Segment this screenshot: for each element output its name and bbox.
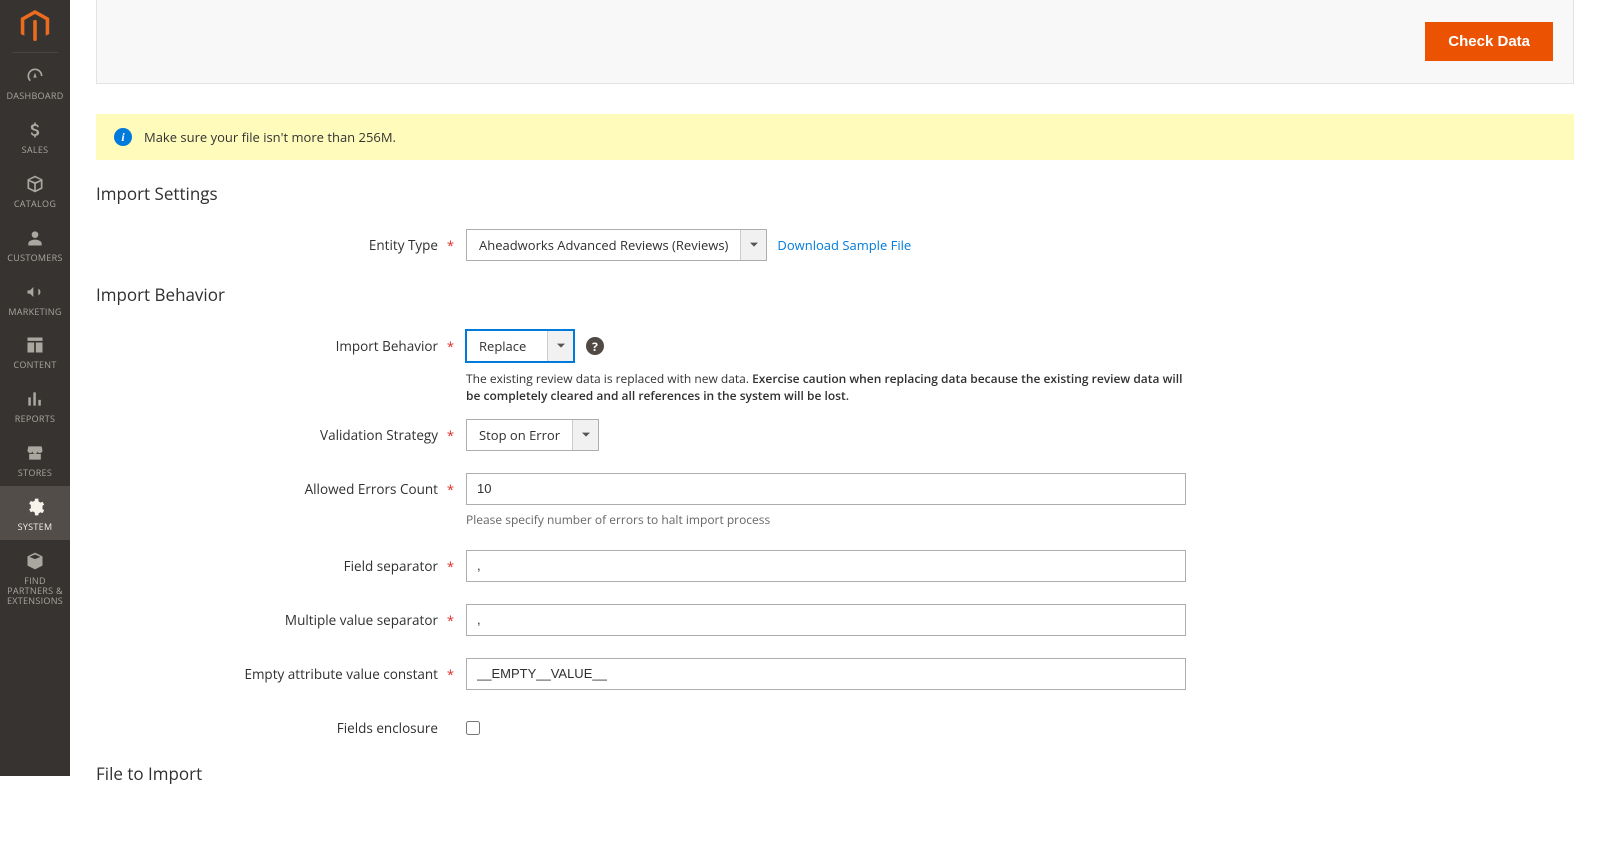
nav-label: REPORTS	[15, 414, 56, 424]
info-message-text: Make sure your file isn't more than 256M…	[144, 128, 396, 146]
sidebar-item-system[interactable]: SYSTEM	[0, 486, 70, 540]
fields-enclosure-checkbox[interactable]	[466, 721, 480, 735]
validation-strategy-value: Stop on Error	[467, 420, 572, 450]
sidebar-item-stores[interactable]: STORES	[0, 432, 70, 486]
allowed-errors-hint: Please specify number of errors to halt …	[466, 511, 1206, 528]
nav-label: CUSTOMERS	[7, 253, 62, 263]
store-icon	[24, 442, 46, 464]
puzzle-icon	[24, 550, 46, 572]
nav-label: DASHBOARD	[6, 91, 63, 101]
note-normal: The existing review data is replaced wit…	[466, 370, 752, 387]
nav-label: FIND PARTNERS & EXTENSIONS	[2, 576, 68, 606]
megaphone-icon	[24, 281, 46, 303]
section-import-behavior: Import Behavior	[96, 283, 1574, 306]
sidebar-item-marketing[interactable]: MARKETING	[0, 271, 70, 325]
label-validation-strategy: Validation Strategy	[96, 419, 466, 444]
nav-label: MARKETING	[8, 307, 61, 317]
box-icon	[24, 173, 46, 195]
label-import-behavior: Import Behavior	[96, 330, 466, 355]
entity-type-value: Aheadworks Advanced Reviews (Reviews)	[467, 230, 740, 260]
sidebar-item-customers[interactable]: CUSTOMERS	[0, 217, 70, 271]
sidebar-divider	[12, 52, 58, 53]
chevron-down-icon	[740, 230, 766, 260]
sidebar: DASHBOARD SALES CATALOG CUSTOMERS MARKET…	[0, 0, 70, 776]
action-bar: Check Data	[96, 0, 1574, 84]
person-icon	[24, 227, 46, 249]
label-fields-enclosure: Fields enclosure	[96, 712, 466, 737]
chevron-down-icon	[547, 331, 573, 361]
sidebar-item-reports[interactable]: REPORTS	[0, 378, 70, 432]
nav-label: SYSTEM	[18, 522, 53, 532]
info-icon: i	[114, 128, 132, 146]
nav-label: STORES	[18, 468, 52, 478]
magento-logo[interactable]	[17, 8, 53, 44]
empty-constant-input[interactable]	[466, 658, 1186, 690]
nav-label: CONTENT	[13, 360, 56, 370]
dollar-icon	[24, 119, 46, 141]
label-multi-separator: Multiple value separator	[96, 604, 466, 629]
sidebar-item-content[interactable]: CONTENT	[0, 324, 70, 378]
check-data-button[interactable]: Check Data	[1425, 22, 1553, 61]
label-entity-type: Entity Type	[96, 229, 466, 254]
help-icon[interactable]: ?	[586, 337, 604, 355]
import-behavior-select[interactable]: Replace	[466, 330, 574, 362]
dashboard-icon	[24, 65, 46, 87]
field-separator-input[interactable]	[466, 550, 1186, 582]
validation-strategy-select[interactable]: Stop on Error	[466, 419, 599, 451]
label-allowed-errors: Allowed Errors Count	[96, 473, 466, 498]
entity-type-select[interactable]: Aheadworks Advanced Reviews (Reviews)	[466, 229, 767, 261]
layout-icon	[24, 334, 46, 356]
sidebar-item-dashboard[interactable]: DASHBOARD	[0, 55, 70, 109]
info-message: i Make sure your file isn't more than 25…	[96, 114, 1574, 160]
chart-bar-icon	[24, 388, 46, 410]
multi-separator-input[interactable]	[466, 604, 1186, 636]
nav-label: CATALOG	[14, 199, 56, 209]
section-file-to-import: File to Import	[96, 762, 1574, 785]
chevron-down-icon	[572, 420, 598, 450]
sidebar-item-sales[interactable]: SALES	[0, 109, 70, 163]
gear-icon	[24, 496, 46, 518]
import-behavior-note: The existing review data is replaced wit…	[466, 370, 1186, 405]
allowed-errors-input[interactable]	[466, 473, 1186, 505]
section-import-settings: Import Settings	[96, 182, 1574, 205]
sidebar-item-catalog[interactable]: CATALOG	[0, 163, 70, 217]
nav-label: SALES	[22, 145, 49, 155]
sidebar-item-partners[interactable]: FIND PARTNERS & EXTENSIONS	[0, 540, 70, 614]
label-empty-constant: Empty attribute value constant	[96, 658, 466, 683]
main-content: Check Data i Make sure your file isn't m…	[70, 0, 1600, 849]
label-field-separator: Field separator	[96, 550, 466, 575]
import-behavior-value: Replace	[467, 331, 547, 361]
download-sample-link[interactable]: Download Sample File	[777, 229, 911, 261]
